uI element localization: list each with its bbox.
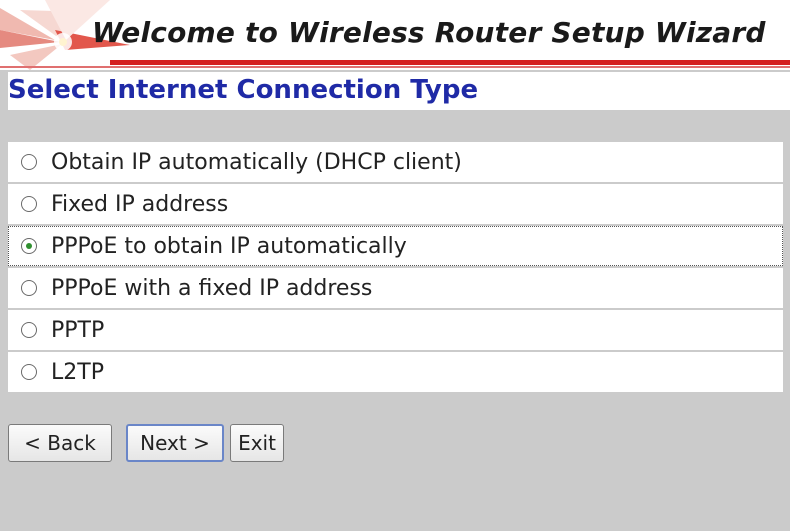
connection-type-list: Obtain IP automatically (DHCP client) Fi… bbox=[8, 142, 783, 394]
radio-pppoe-auto[interactable] bbox=[21, 238, 37, 254]
radio-fixed-ip[interactable] bbox=[21, 196, 37, 212]
setup-wizard-window: Welcome to Wireless Router Setup Wizard … bbox=[0, 0, 790, 531]
radio-selected-dot bbox=[26, 243, 32, 249]
option-pppoe-auto[interactable]: PPPoE to obtain IP automatically bbox=[8, 226, 783, 266]
option-fixed-ip[interactable]: Fixed IP address bbox=[8, 184, 783, 224]
banner-divider bbox=[0, 66, 790, 68]
page-title: Select Internet Connection Type bbox=[8, 72, 790, 110]
option-label: PPTP bbox=[51, 317, 105, 343]
option-pppoe-fixed[interactable]: PPPoE with a fixed IP address bbox=[8, 268, 783, 308]
option-label: Fixed IP address bbox=[51, 191, 229, 217]
back-button[interactable]: < Back bbox=[8, 424, 112, 462]
option-label: L2TP bbox=[51, 359, 104, 385]
option-label: PPPoE with a fixed IP address bbox=[51, 275, 373, 301]
wizard-button-bar: < Back Next > Exit bbox=[8, 424, 284, 462]
wizard-banner: Welcome to Wireless Router Setup Wizard bbox=[0, 0, 790, 70]
option-pptp[interactable]: PPTP bbox=[8, 310, 783, 350]
option-label: Obtain IP automatically (DHCP client) bbox=[51, 149, 462, 175]
option-dhcp-client[interactable]: Obtain IP automatically (DHCP client) bbox=[8, 142, 783, 182]
next-button[interactable]: Next > bbox=[126, 424, 224, 462]
option-label: PPPoE to obtain IP automatically bbox=[51, 233, 407, 259]
banner-title: Welcome to Wireless Router Setup Wizard bbox=[92, 16, 766, 49]
radio-l2tp[interactable] bbox=[21, 364, 37, 380]
radio-dhcp-client[interactable] bbox=[21, 154, 37, 170]
option-l2tp[interactable]: L2TP bbox=[8, 352, 783, 392]
banner-accent-line bbox=[110, 60, 790, 65]
radio-pppoe-fixed[interactable] bbox=[21, 280, 37, 296]
radio-pptp[interactable] bbox=[21, 322, 37, 338]
exit-button[interactable]: Exit bbox=[230, 424, 284, 462]
